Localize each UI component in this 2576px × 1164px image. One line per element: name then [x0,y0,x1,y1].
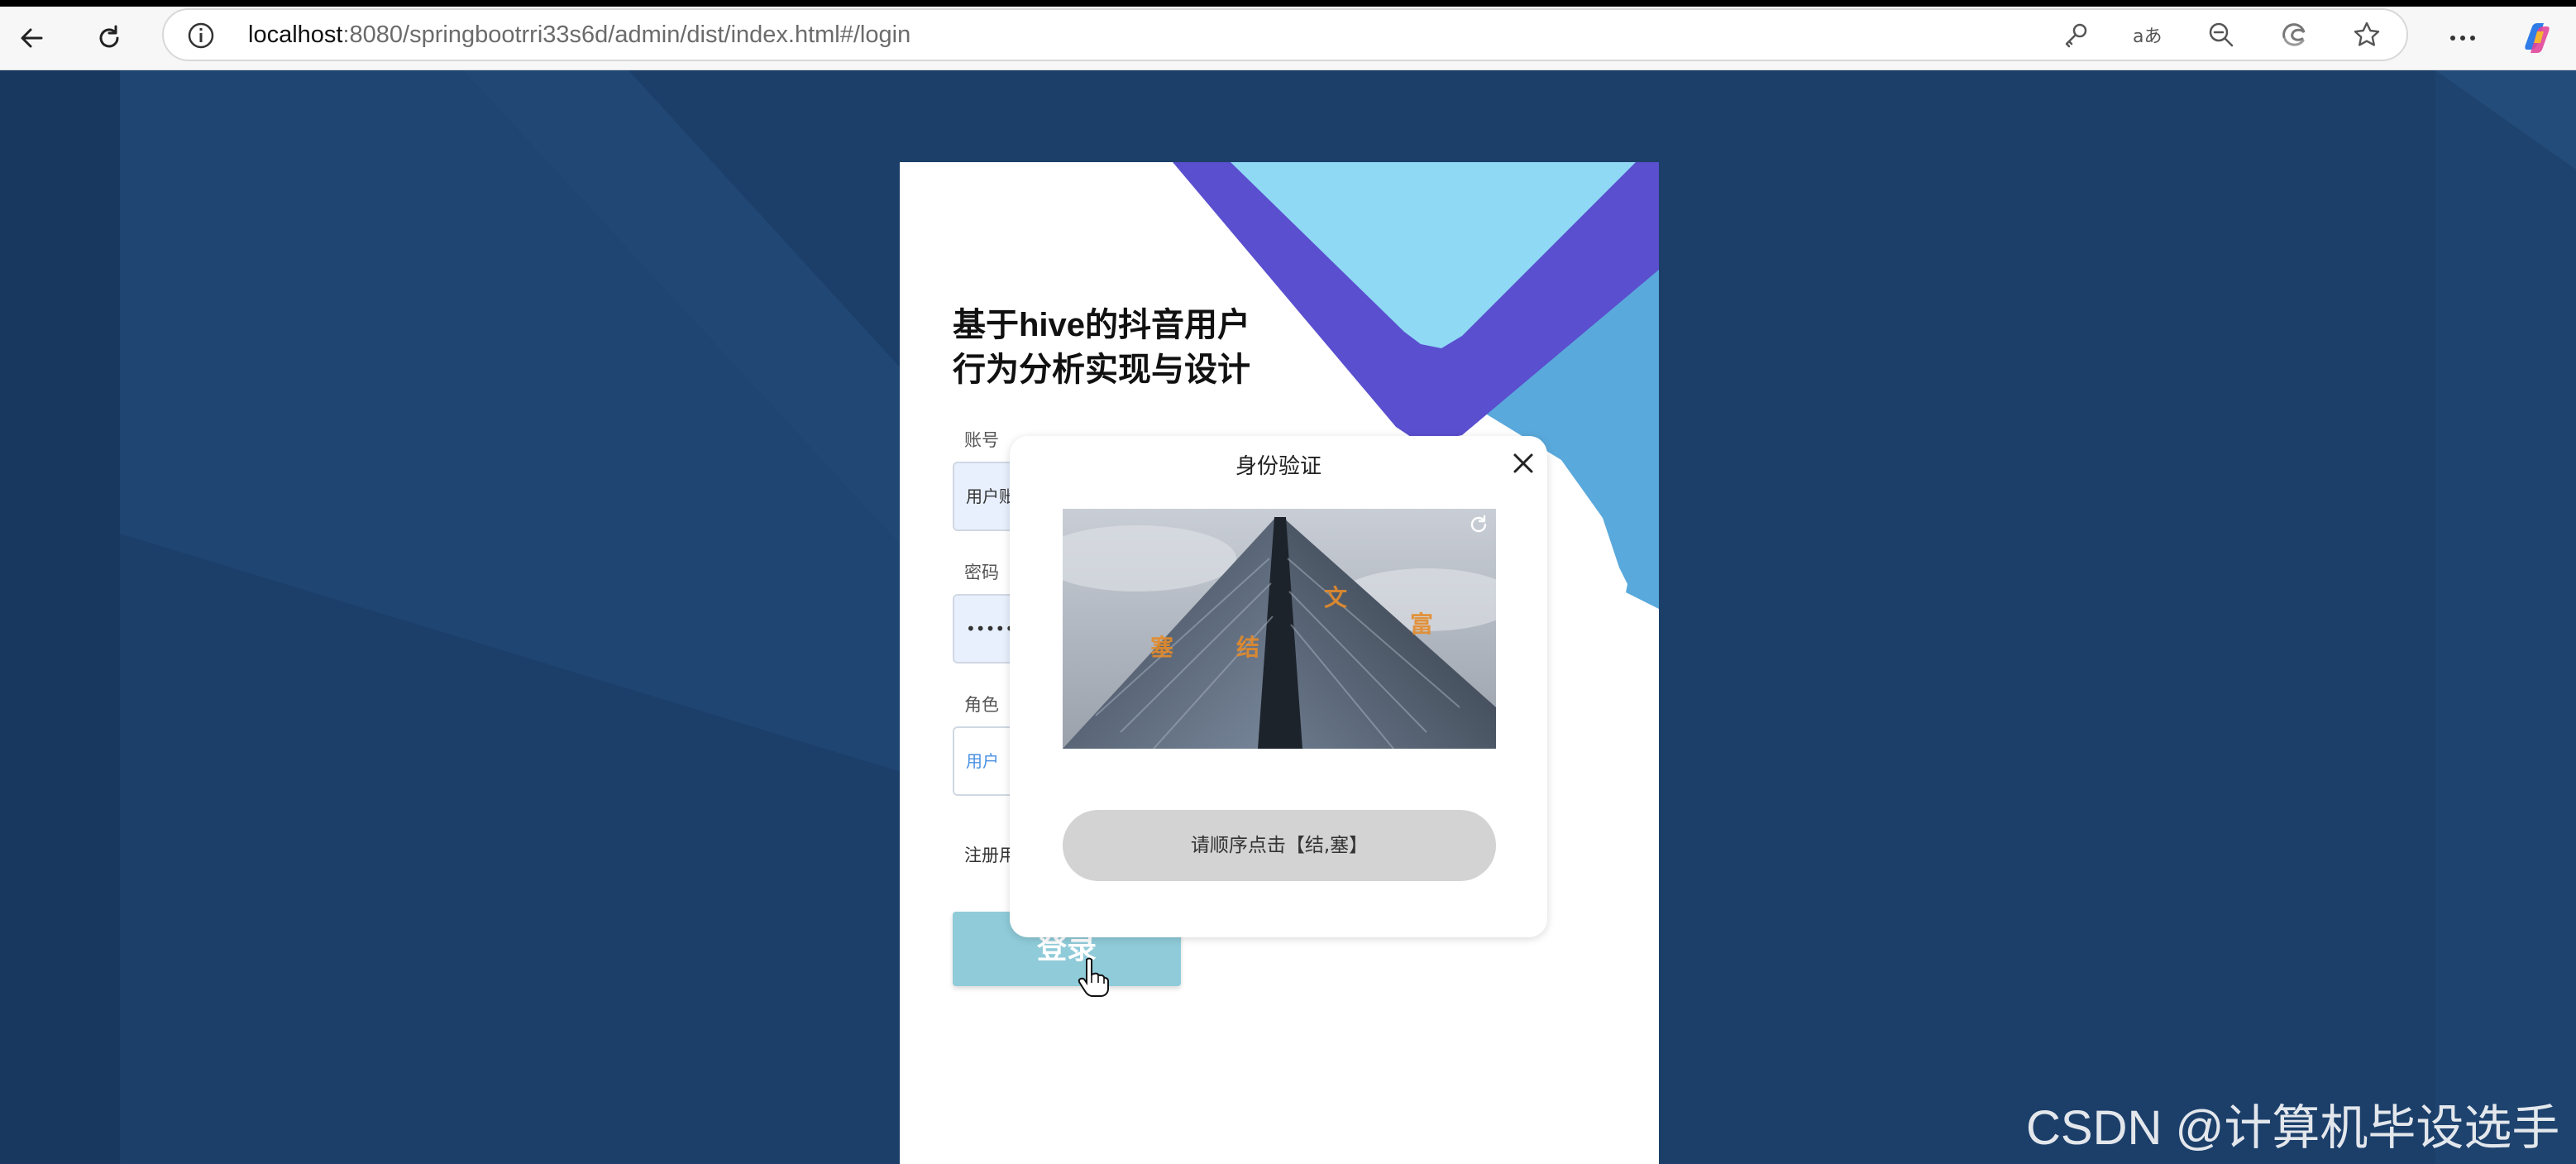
system-title: 基于hive的抖音用户 行为分析实现与设计 [953,303,1383,392]
close-icon[interactable] [1509,449,1537,477]
back-icon[interactable] [8,7,55,69]
captcha-char-2[interactable]: 结 [1236,630,1259,663]
address-bar[interactable]: localhost:8080/springbootrri33s6d/admin/… [162,8,2408,61]
captcha-char-4[interactable]: 富 [1410,606,1433,639]
url-path: :8080/springbootrri33s6d/admin/dist/inde… [342,22,911,48]
captcha-char-3[interactable]: 文 [1324,580,1347,613]
copilot-icon[interactable] [2514,7,2560,69]
refresh-captcha-icon[interactable] [1468,514,1489,539]
key-icon[interactable] [2053,10,2099,60]
role-label: 角色 [964,695,999,715]
password-label: 密码 [964,563,999,582]
svg-text:aあ: aあ [2133,26,2162,47]
zoom-out-icon[interactable] [2198,10,2244,60]
title-line-1: 基于hive的抖音用户 [953,307,1251,343]
edge-sync-icon[interactable] [2271,10,2317,60]
hand-cursor-icon [1077,956,1110,1001]
verification-dialog: 身份验证 塞 结 文 富 请顺序点击【结,塞】 [1010,436,1547,937]
window-top-edge [0,0,2576,7]
captcha-char-1[interactable]: 塞 [1150,630,1173,663]
register-link[interactable]: 注册用 [964,842,1016,867]
url-text[interactable]: localhost:8080/springbootrri33s6d/admin/… [248,10,910,60]
account-label: 账号 [964,430,999,450]
reload-icon[interactable] [86,7,132,69]
captcha-image[interactable]: 塞 结 文 富 [1063,509,1496,749]
site-info-icon[interactable] [187,22,215,53]
watermark: CSDN @计算机毕设选手 [2026,1101,2560,1155]
read-aloud-icon[interactable]: aあ [2125,10,2172,60]
browser-toolbar: localhost:8080/springbootrri33s6d/admin/… [0,7,2576,70]
dialog-title: 身份验证 [1235,454,1321,479]
url-host: localhost [248,22,343,48]
captcha-hint: 请顺序点击【结,塞】 [1063,810,1496,881]
title-line-2: 行为分析实现与设计 [953,352,1250,388]
favorite-star-icon[interactable] [2344,10,2390,60]
more-icon[interactable] [2440,7,2486,69]
